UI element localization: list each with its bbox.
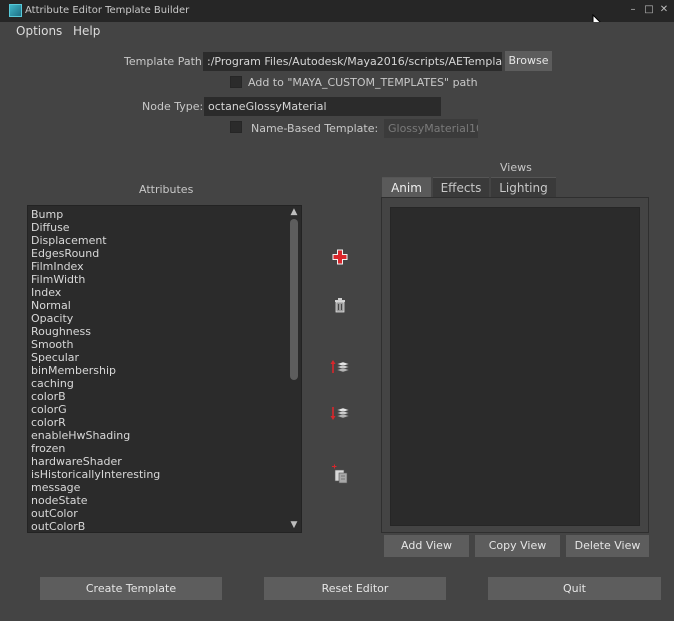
add-group-icon[interactable] [330, 464, 350, 484]
list-item[interactable]: Opacity [31, 312, 286, 325]
list-item[interactable]: Specular [31, 351, 286, 364]
list-item[interactable]: outColor [31, 507, 286, 520]
maya-app-icon [9, 4, 22, 17]
list-item[interactable]: outColorB [31, 520, 286, 533]
list-item[interactable]: EdgesRound [31, 247, 286, 260]
move-down-layers-icon[interactable] [330, 403, 350, 423]
name-based-label: Name-Based Template: [251, 122, 379, 135]
menu-help[interactable]: Help [73, 24, 100, 38]
list-item[interactable]: FilmWidth [31, 273, 286, 286]
attributes-scroll-thumb[interactable] [290, 219, 298, 380]
list-item[interactable]: colorG [31, 403, 286, 416]
list-item[interactable]: Normal [31, 299, 286, 312]
scroll-up-icon[interactable]: ▲ [287, 207, 301, 217]
scroll-down-icon[interactable]: ▼ [287, 520, 301, 530]
list-item[interactable]: FilmIndex [31, 260, 286, 273]
list-item[interactable]: Index [31, 286, 286, 299]
custom-templates-label: Add to "MAYA_CUSTOM_TEMPLATES" path [248, 76, 478, 89]
node-type-input[interactable]: octaneGlossyMaterial [204, 97, 441, 116]
name-based-checkbox[interactable] [230, 121, 242, 133]
attributes-items: Bump Diffuse Displacement EdgesRound FilmInd… [31, 208, 286, 533]
menu-options[interactable]: Options [16, 24, 62, 38]
list-item[interactable]: message [31, 481, 286, 494]
list-item[interactable]: hardwareShader [31, 455, 286, 468]
reset-editor-button[interactable]: Reset Editor [264, 577, 446, 600]
attributes-list[interactable]: Bump Diffuse Displacement EdgesRound FilmInd… [27, 205, 302, 533]
trash-icon[interactable] [330, 295, 350, 315]
list-item[interactable]: enableHwShading [31, 429, 286, 442]
add-attribute-plus-icon[interactable] [330, 247, 350, 267]
template-path-label: Template Path: [124, 55, 206, 68]
name-based-input[interactable]: GlossyMaterial10 [384, 119, 478, 138]
list-item[interactable]: caching [31, 377, 286, 390]
list-item[interactable]: Smooth [31, 338, 286, 351]
window-title: Attribute Editor Template Builder [25, 5, 190, 16]
browse-button[interactable]: Browse [505, 51, 552, 71]
list-item[interactable]: Diffuse [31, 221, 286, 234]
menu-bar [0, 22, 674, 42]
list-item[interactable]: isHistoricallyInteresting [31, 468, 286, 481]
maximize-icon[interactable]: □ [643, 4, 655, 16]
close-icon[interactable]: ✕ [658, 4, 670, 16]
quit-button[interactable]: Quit [488, 577, 661, 600]
list-item[interactable]: nodeState [31, 494, 286, 507]
list-item[interactable]: frozen [31, 442, 286, 455]
tab-effects[interactable]: Effects [433, 177, 489, 197]
views-title: Views [500, 161, 532, 174]
add-view-button[interactable]: Add View [384, 535, 469, 557]
custom-templates-checkbox[interactable] [230, 76, 242, 88]
copy-view-button[interactable]: Copy View [475, 535, 560, 557]
list-item[interactable]: colorR [31, 416, 286, 429]
move-up-layers-icon[interactable] [330, 357, 350, 377]
create-template-button[interactable]: Create Template [40, 577, 222, 600]
node-type-label: Node Type: [142, 100, 204, 113]
tab-lighting[interactable]: Lighting [491, 177, 556, 197]
tab-anim[interactable]: Anim [382, 177, 431, 197]
list-item[interactable]: Bump [31, 208, 286, 221]
list-item[interactable]: Roughness [31, 325, 286, 338]
list-item[interactable]: colorB [31, 390, 286, 403]
list-item[interactable]: Displacement [31, 234, 286, 247]
list-item[interactable]: binMembership [31, 364, 286, 377]
minimize-icon[interactable]: – [627, 4, 639, 16]
views-list[interactable] [390, 207, 640, 526]
template-path-input[interactable]: :/Program Files/Autodesk/Maya2016/script… [203, 52, 502, 71]
attributes-title: Attributes [139, 183, 194, 196]
delete-view-button[interactable]: Delete View [566, 535, 649, 557]
